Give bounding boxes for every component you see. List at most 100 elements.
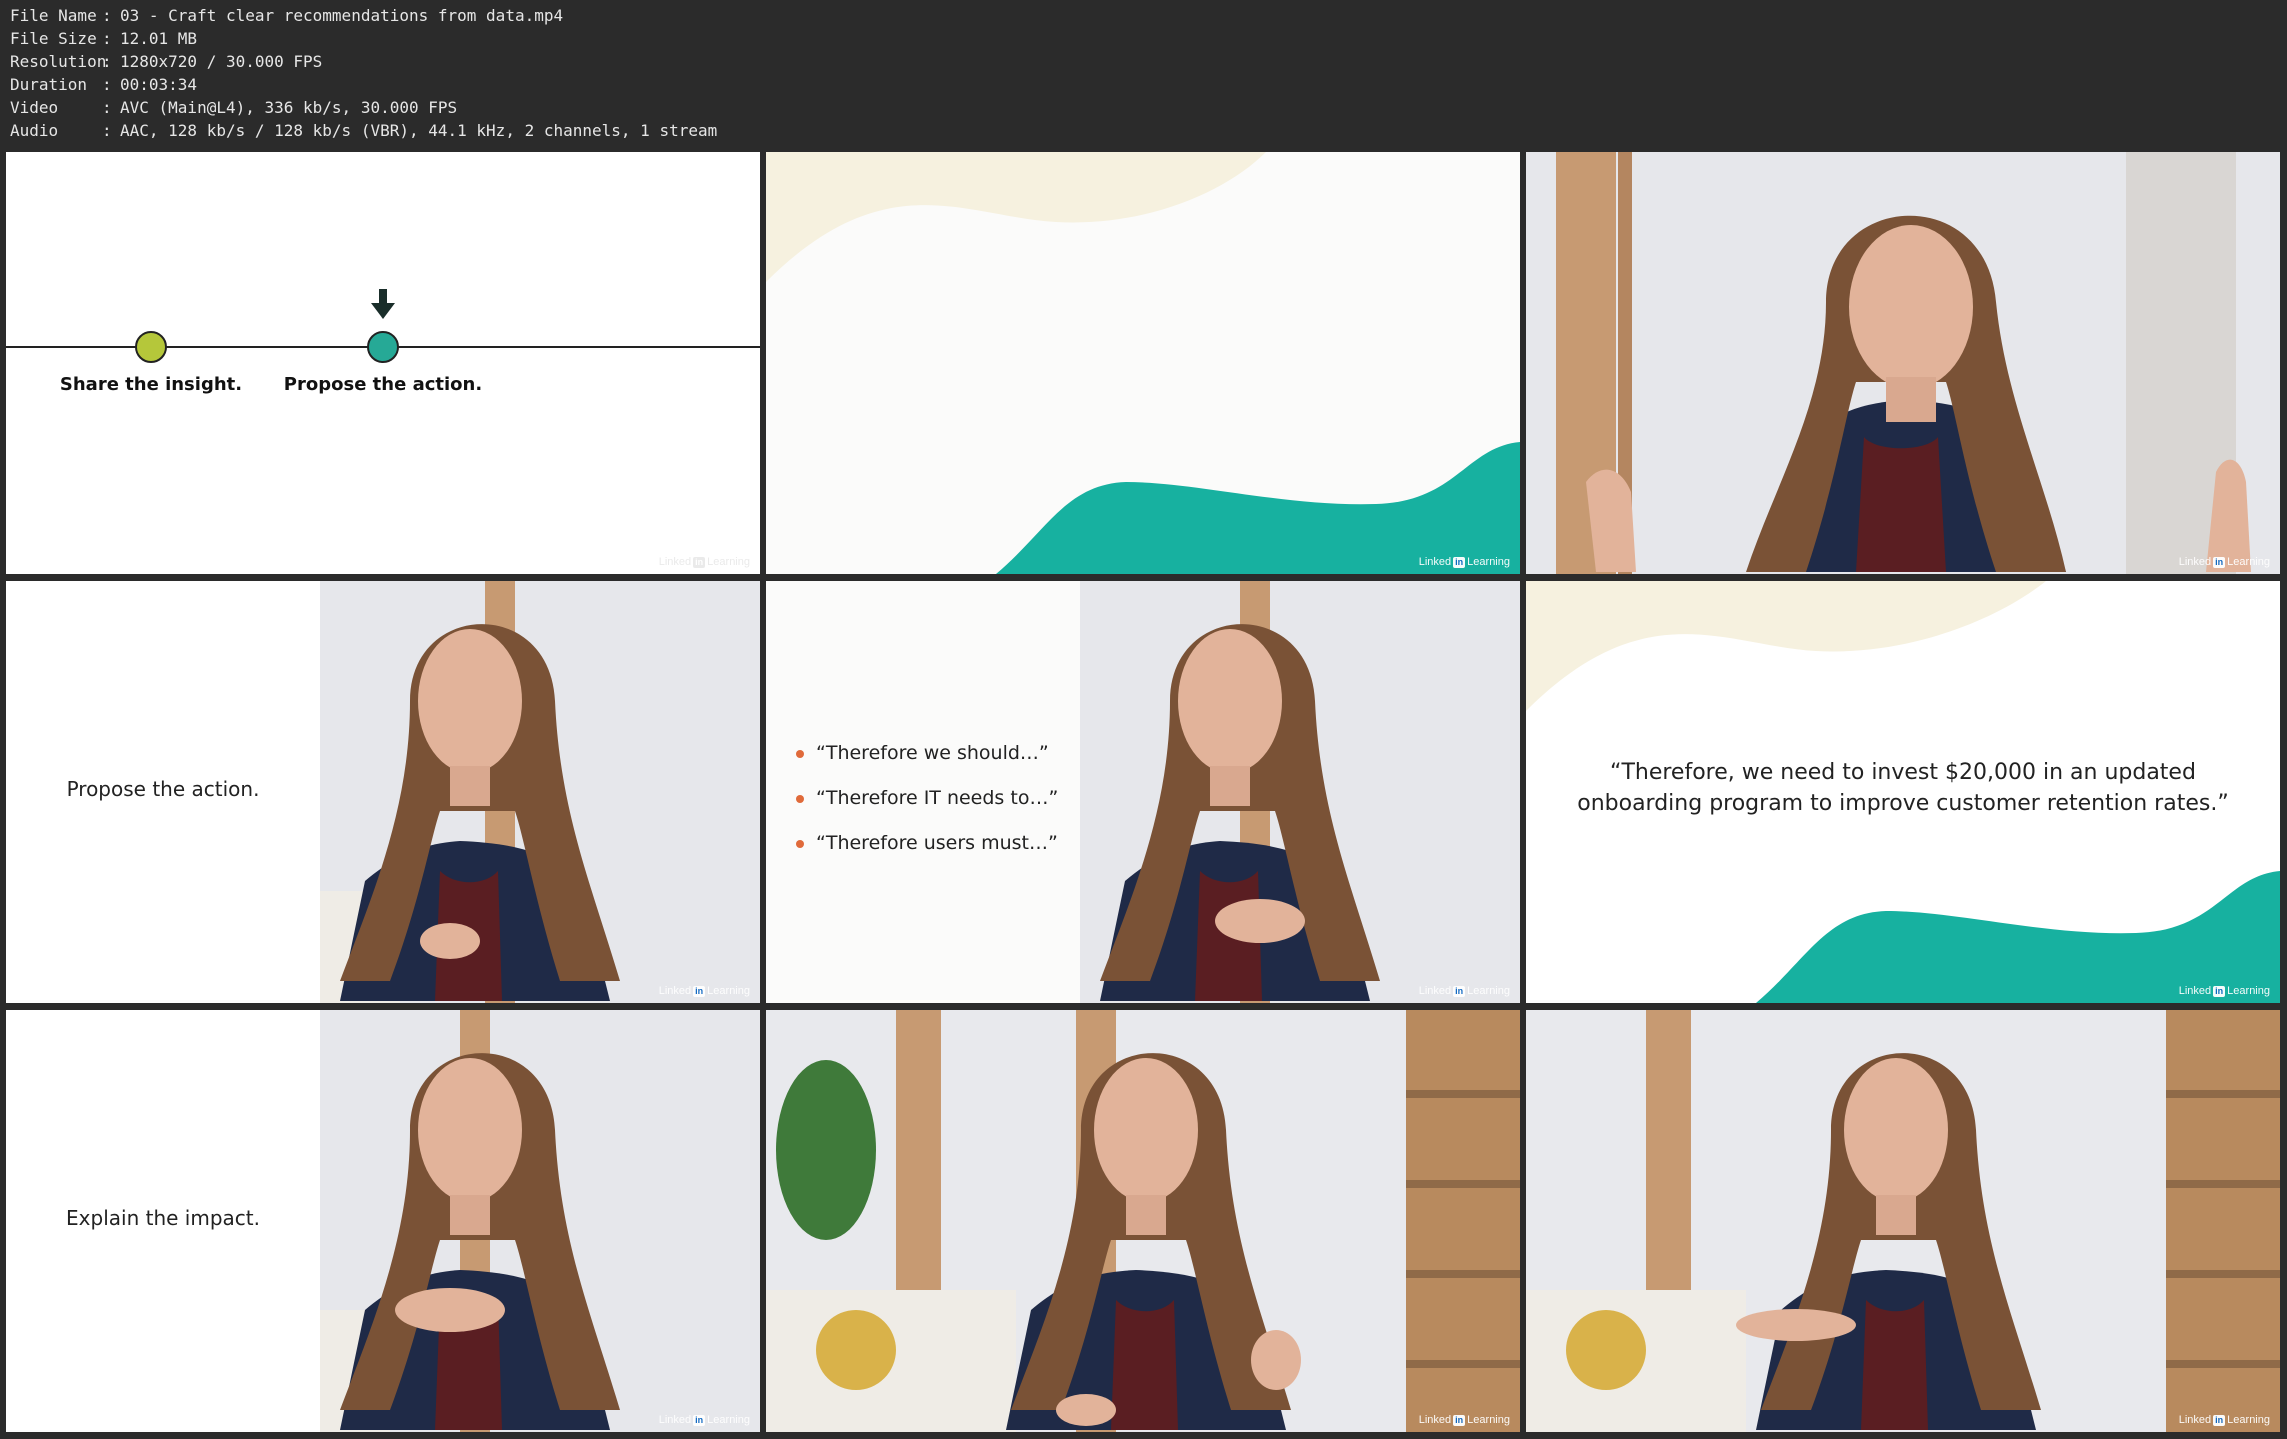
linkedin-learning-watermark: Linked in Learning (1419, 1414, 1510, 1426)
watermark-prefix: Linked (658, 985, 692, 997)
watermark-suffix: Learning (1467, 985, 1510, 997)
quote-text: “Therefore, we need to invest $20,000 in… (1526, 757, 2280, 819)
bullet-item: “Therefore IT needs to…” (796, 776, 1058, 821)
linkedin-learning-watermark: Linked in Learning (659, 556, 750, 568)
watermark-suffix: Learning (707, 556, 750, 568)
thumbnail-quote-slide[interactable]: “Therefore, we need to invest $20,000 in… (1526, 581, 2280, 1003)
presenter-image (320, 581, 760, 1003)
info-row-filesize: File Size:12.01 MB (10, 27, 197, 50)
bullet-text: “Therefore IT needs to…” (816, 787, 1059, 809)
bullet-list: “Therefore we should…” “Therefore IT nee… (796, 731, 1058, 866)
thumbnail-explain-impact[interactable]: Explain the impact. Linked in Learning (6, 1010, 760, 1432)
info-separator: : (102, 121, 112, 140)
linkedin-learning-watermark: Linked in Learning (659, 985, 750, 997)
watermark-prefix: Linked (658, 1414, 692, 1426)
timeline-dot-action (367, 331, 399, 363)
info-key: Resolution (10, 52, 107, 71)
presenter-image (1526, 1010, 2280, 1432)
info-value: AAC, 128 kb/s / 128 kb/s (VBR), 44.1 kHz… (120, 121, 718, 140)
info-value: 1280x720 / 30.000 FPS (120, 52, 323, 71)
bullet-item: “Therefore we should…” (796, 731, 1058, 776)
caption-panel: Explain the impact. (6, 1010, 320, 1432)
info-row-filename: File Name:03 - Craft clear recommendatio… (10, 4, 563, 27)
linkedin-logo-icon: in (2213, 557, 2226, 568)
linkedin-learning-watermark: Linked in Learning (1419, 556, 1510, 568)
linkedin-logo-icon: in (693, 557, 706, 568)
watermark-suffix: Learning (1467, 556, 1510, 568)
watermark-suffix: Learning (707, 985, 750, 997)
bullets-panel: “Therefore we should…” “Therefore IT nee… (766, 581, 1080, 1003)
watermark-prefix: Linked (658, 556, 692, 568)
info-row-duration: Duration:00:03:34 (10, 73, 197, 96)
quote-line-2: onboarding program to improve customer r… (1577, 791, 2229, 816)
file-info-panel: File Name:03 - Craft clear recommendatio… (0, 0, 2287, 148)
wave-background (766, 152, 1520, 574)
linkedin-logo-icon: in (2213, 986, 2226, 997)
watermark-prefix: Linked (2178, 556, 2212, 568)
bullet-dot (796, 839, 804, 848)
thumbnail-propose-action[interactable]: Propose the action. Linked in Learning (6, 581, 760, 1003)
linkedin-logo-icon: in (693, 986, 706, 997)
watermark-prefix: Linked (1418, 556, 1452, 568)
info-key: File Size (10, 29, 97, 48)
timeline-label-insight: Share the insight. (59, 374, 243, 395)
down-arrow-icon (371, 289, 395, 319)
thumbnail-studio-smile[interactable]: Linked in Learning (1526, 1010, 2280, 1432)
timeline-dot-insight (135, 331, 167, 363)
linkedin-learning-watermark: Linked in Learning (2179, 985, 2270, 997)
timeline-label-action: Propose the action. (283, 374, 483, 395)
linkedin-learning-watermark: Linked in Learning (2179, 1414, 2270, 1426)
bullet-item: “Therefore users must…” (796, 821, 1058, 866)
presenter-image (1080, 581, 1520, 1003)
info-separator: : (102, 6, 112, 25)
thumbnail-timeline[interactable]: Share the insight. Propose the action. L… (6, 152, 760, 574)
watermark-suffix: Learning (707, 1414, 750, 1426)
info-key: File Name (10, 6, 97, 25)
thumbnail-therefore-bullets[interactable]: “Therefore we should…” “Therefore IT nee… (766, 581, 1520, 1003)
info-value: AVC (Main@L4), 336 kb/s, 30.000 FPS (120, 98, 458, 117)
presenter-image (1526, 152, 2280, 574)
info-row-audio: Audio: AAC, 128 kb/s / 128 kb/s (VBR), 44… (10, 119, 717, 142)
caption-panel: Propose the action. (6, 581, 320, 1003)
quote-line-1: “Therefore, we need to invest $20,000 in… (1610, 760, 2196, 785)
watermark-suffix: Learning (2227, 1414, 2270, 1426)
info-separator: : (102, 52, 112, 71)
info-separator: : (102, 75, 112, 94)
presenter-image (766, 1010, 1520, 1432)
info-separator: : (102, 98, 112, 117)
linkedin-learning-watermark: Linked in Learning (659, 1414, 750, 1426)
watermark-prefix: Linked (1418, 1414, 1452, 1426)
info-key: Duration (10, 75, 88, 94)
info-key: Video (10, 98, 59, 117)
watermark-suffix: Learning (1467, 1414, 1510, 1426)
watermark-prefix: Linked (1418, 985, 1452, 997)
watermark-prefix: Linked (2178, 985, 2212, 997)
caption-impact: Explain the impact. (66, 1206, 260, 1230)
bullet-dot (796, 749, 804, 758)
linkedin-logo-icon: in (1453, 1415, 1466, 1426)
linkedin-learning-watermark: Linked in Learning (1419, 985, 1510, 997)
watermark-suffix: Learning (2227, 556, 2270, 568)
bullet-text: “Therefore we should…” (816, 742, 1049, 764)
linkedin-logo-icon: in (1453, 557, 1466, 568)
bullet-dot (796, 794, 804, 803)
linkedin-logo-icon: in (2213, 1415, 2226, 1426)
linkedin-logo-icon: in (693, 1415, 706, 1426)
linkedin-logo-icon: in (1453, 986, 1466, 997)
timeline-graphic (6, 331, 760, 363)
info-value: 00:03:34 (120, 75, 198, 94)
bullet-text: “Therefore users must…” (816, 832, 1058, 854)
caption-propose: Propose the action. (66, 777, 260, 801)
info-row-resolution: Resolution: 1280x720 / 30.000 FPS (10, 50, 322, 73)
linkedin-learning-watermark: Linked in Learning (2179, 556, 2270, 568)
info-value: 12.01 MB (120, 29, 198, 48)
info-value: 03 - Craft clear recommendations from da… (120, 6, 564, 25)
info-key: Audio (10, 121, 59, 140)
presenter-image (320, 1010, 760, 1432)
thumbnail-presenter-closeup[interactable]: Linked in Learning (1526, 152, 2280, 574)
info-row-video: Video: AVC (Main@L4), 336 kb/s, 30.000 FP… (10, 96, 457, 119)
watermark-suffix: Learning (2227, 985, 2270, 997)
thumbnail-wave-slide[interactable]: Linked in Learning (766, 152, 1520, 574)
thumbnail-studio-wide[interactable]: Linked in Learning (766, 1010, 1520, 1432)
info-separator: : (102, 29, 112, 48)
